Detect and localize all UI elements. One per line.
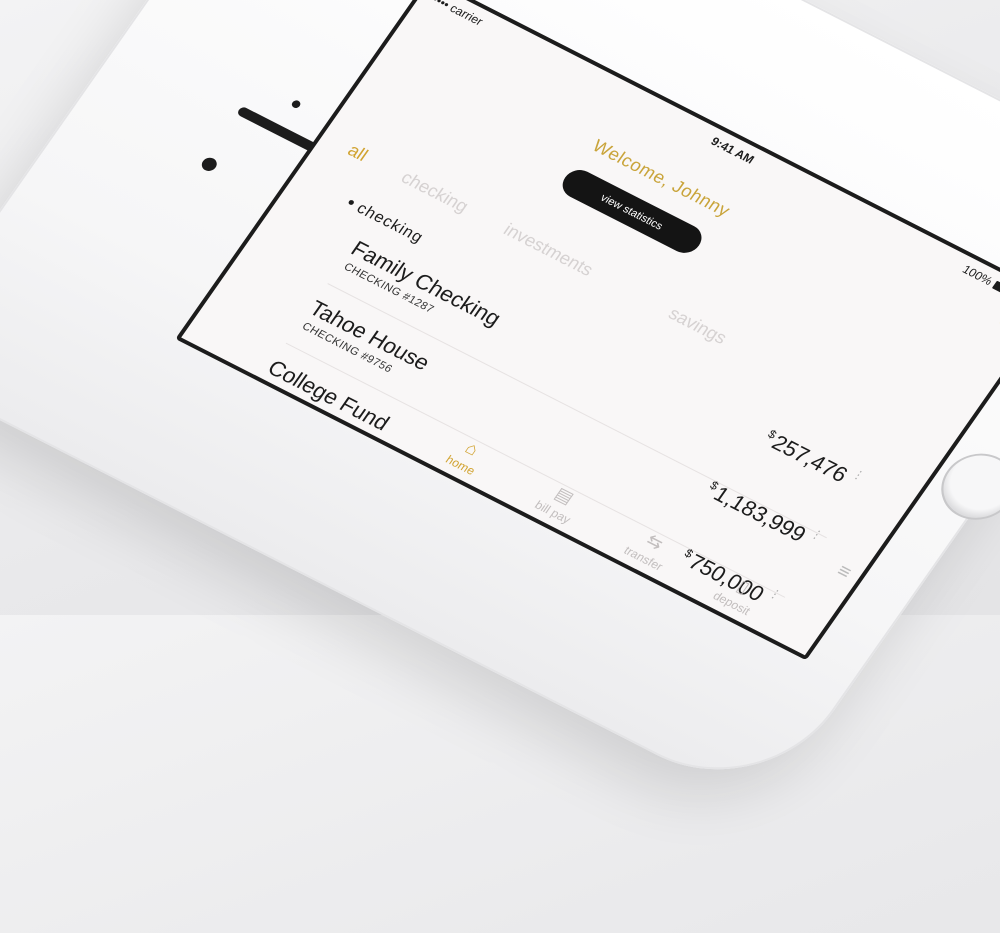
status-bar: •••• carrier 9:41 AM 100%: [415, 0, 1000, 321]
bullet: [205, 401, 214, 409]
battery-percent: 100%: [959, 262, 996, 288]
front-camera: [198, 155, 220, 174]
section-savings: savings: [201, 398, 276, 446]
tab-checking[interactable]: checking: [397, 167, 472, 217]
account-balance: $257,476: [759, 426, 853, 488]
carrier-label: •••• carrier: [429, 0, 486, 29]
status-time: 9:41 AM: [708, 134, 757, 167]
balance-value: 257,476: [767, 430, 853, 487]
battery-indicator: 100%: [960, 262, 1000, 299]
tab-deposit[interactable]: ▯ deposit: [710, 570, 766, 618]
battery-icon: [991, 280, 1000, 299]
tab-transfer[interactable]: ⇆ transfer: [621, 524, 679, 573]
tab-all[interactable]: all: [343, 140, 372, 166]
tab-investments[interactable]: investments: [499, 220, 597, 281]
balance-value: 3,167,985: [607, 626, 710, 661]
currency-symbol: $: [605, 623, 620, 638]
hamburger-menu-icon[interactable]: ≡: [832, 560, 855, 584]
phone-device: •••• carrier 9:41 AM 100% 🔔 Welcome, Joh…: [0, 0, 1000, 933]
section-label: savings: [211, 402, 276, 445]
tab-home[interactable]: ⌂ home: [443, 434, 491, 478]
app-screen: •••• carrier 9:41 AM 100% 🔔 Welcome, Joh…: [175, 0, 1000, 661]
phone-body: •••• carrier 9:41 AM 100% 🔔 Welcome, Joh…: [0, 0, 1000, 810]
tab-bill-pay[interactable]: ▤ bill pay: [532, 479, 587, 527]
account-balance: $3,167,985: [599, 622, 710, 661]
account-name: Kim's Island: [203, 440, 323, 515]
tab-savings[interactable]: savings: [664, 304, 731, 349]
proximity-sensor: [290, 99, 303, 110]
bullet: [347, 199, 355, 206]
more-options-icon[interactable]: ⋮: [849, 466, 868, 483]
